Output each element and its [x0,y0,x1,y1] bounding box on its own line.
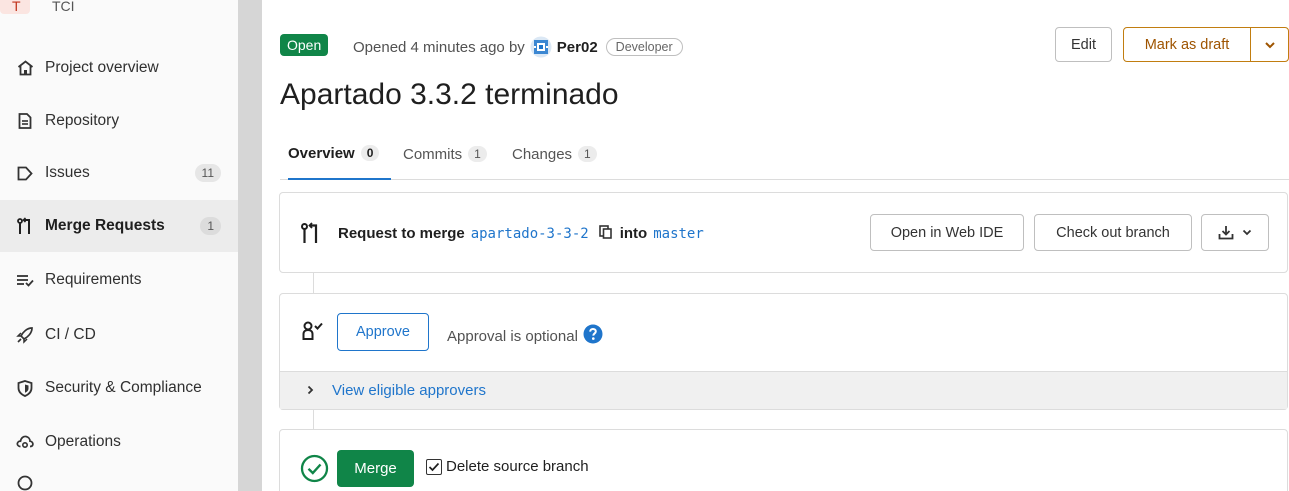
merge-info-text: Request to merge apartado-3-3-2 into mas… [338,224,710,243]
tab-label: Overview [288,144,355,162]
tab-changes[interactable]: Changes 1 [512,128,597,180]
sidebar-scrollbar[interactable] [238,0,262,491]
mark-as-draft-group: Mark as draft [1123,27,1289,62]
package-icon [16,474,34,491]
eligible-approvers-toggle[interactable]: View eligible approvers [280,371,1287,409]
mark-as-draft-button[interactable]: Mark as draft [1124,28,1251,61]
merge-request-page: Open Opened 4 minutes ago by Per02 Devel… [262,0,1289,491]
sidebar-item-label: Security & Compliance [45,379,202,396]
source-branch-link[interactable]: apartado-3-3-2 [471,226,589,242]
mr-tabs: Overview 0 Commits 1 Changes 1 [280,128,1289,180]
rocket-icon [16,326,34,344]
project-name: TCI [52,0,75,14]
sidebar-item-issues[interactable]: Issues 11 [0,147,238,199]
issues-count-badge: 11 [194,164,221,182]
sidebar-item-label: Operations [45,433,121,450]
sidebar-item-merge-requests[interactable]: Merge Requests 1 [0,200,238,252]
tab-count: 1 [468,146,487,162]
timeline-connector [313,273,314,293]
status-badge: Open [280,34,329,56]
sidebar-item-label: CI / CD [45,326,96,343]
chevron-down-icon [1264,41,1275,48]
merge-button[interactable]: Merge [337,450,414,487]
sidebar-item-project-overview[interactable]: Project overview [0,42,238,94]
sidebar-item-ci-cd[interactable]: CI / CD [0,309,238,361]
delete-source-checkbox[interactable] [426,458,442,475]
timeline-connector [313,410,314,429]
merge-info-panel: Request to merge apartado-3-3-2 into mas… [279,192,1288,273]
chevron-down-icon [1242,229,1252,236]
approve-button[interactable]: Approve [337,313,429,351]
document-icon [16,112,34,130]
delete-source-label: Delete source branch [446,458,589,475]
merge-requests-count-badge: 1 [200,217,221,235]
sidebar-item-partial[interactable] [0,474,238,491]
merge-request-icon [16,217,34,235]
merge-panel: Merge Delete source branch [279,429,1288,491]
tab-label: Commits [403,145,463,163]
delete-source-branch-option[interactable]: Delete source branch [426,458,589,475]
check-circle-icon [300,454,329,487]
download-icon [1218,226,1234,240]
download-dropdown-button[interactable] [1201,214,1269,251]
tab-commits[interactable]: Commits 1 [403,128,487,180]
approval-optional-text: Approval is optional [447,327,578,345]
cloud-gear-icon [16,433,34,451]
sidebar-item-operations[interactable]: Operations [0,416,238,468]
merge-into: into [619,225,648,242]
sidebar-item-requirements[interactable]: Requirements [0,254,238,306]
project-avatar-letter: T [12,0,21,14]
tab-label: Changes [512,145,573,163]
author-name[interactable]: Per02 [557,39,598,56]
page-title: Apartado 3.3.2 terminado [280,78,619,111]
chevron-right-icon [307,382,314,399]
project-avatar: T [0,0,30,14]
issues-icon [16,164,34,182]
check-out-branch-button[interactable]: Check out branch [1034,214,1192,251]
sidebar: T TCI Project overview Repository Issues… [0,0,238,491]
approval-status: Approval is optional [447,324,603,348]
edit-button[interactable]: Edit [1055,27,1112,62]
merge-request-icon [300,222,322,248]
target-branch-link[interactable]: master [653,226,704,242]
merge-prefix: Request to merge [338,225,465,242]
shield-icon [16,379,34,397]
tab-overview[interactable]: Overview 0 [288,128,392,180]
more-actions-dropdown[interactable] [1251,28,1288,61]
sidebar-item-label: Requirements [45,271,142,288]
help-icon[interactable] [583,324,603,348]
sidebar-item-label: Issues [45,164,90,181]
sidebar-item-security-compliance[interactable]: Security & Compliance [0,362,238,414]
copy-icon[interactable] [598,224,612,243]
project-header-fragment[interactable]: T TCI [0,0,238,18]
tab-count: 0 [360,145,380,161]
home-icon [16,59,34,77]
author-avatar[interactable] [530,36,552,58]
approval-icon [302,321,326,345]
tab-count: 1 [578,146,597,162]
approval-panel: Approve Approval is optional View eligib… [279,293,1288,410]
sidebar-item-label: Merge Requests [45,217,165,234]
opened-text: Opened 4 minutes ago by [353,38,525,56]
checkmark-icon [428,462,440,471]
mr-meta: Opened 4 minutes ago by Per02 Developer [353,36,683,58]
sidebar-item-label: Project overview [45,59,159,76]
requirements-icon [16,271,34,289]
role-badge: Developer [605,38,683,56]
sidebar-item-label: Repository [45,112,120,129]
view-eligible-approvers-link[interactable]: View eligible approvers [332,382,486,399]
sidebar-item-repository[interactable]: Repository [0,95,238,147]
open-web-ide-button[interactable]: Open in Web IDE [870,214,1024,251]
